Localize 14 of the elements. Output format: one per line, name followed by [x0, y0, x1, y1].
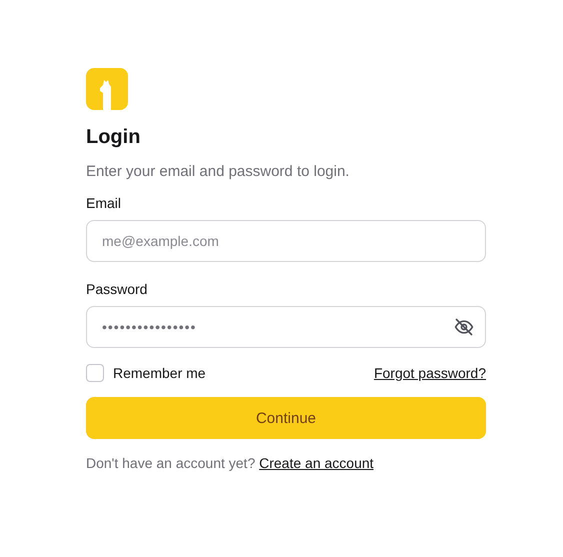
- continue-button[interactable]: Continue: [86, 397, 486, 439]
- password-label: Password: [86, 280, 148, 298]
- signup-prompt-text: Don't have an account yet? Create an account: [86, 455, 374, 471]
- email-field[interactable]: me@example.com: [86, 220, 486, 262]
- page-title: Login: [86, 125, 142, 150]
- eye-off-icon[interactable]: [454, 317, 474, 337]
- llama-logo-icon: [86, 68, 128, 110]
- remember-label: Remember me: [113, 365, 206, 381]
- password-field[interactable]: ••••••••••••••••: [86, 306, 486, 348]
- remember-checkbox[interactable]: [86, 364, 104, 382]
- forgot-password-link[interactable]: Forgot password?: [374, 365, 486, 381]
- email-label: Email: [86, 194, 122, 212]
- create-account-link[interactable]: Create an account: [259, 455, 374, 471]
- subtitle-text: Enter your email and password to login.: [86, 162, 350, 182]
